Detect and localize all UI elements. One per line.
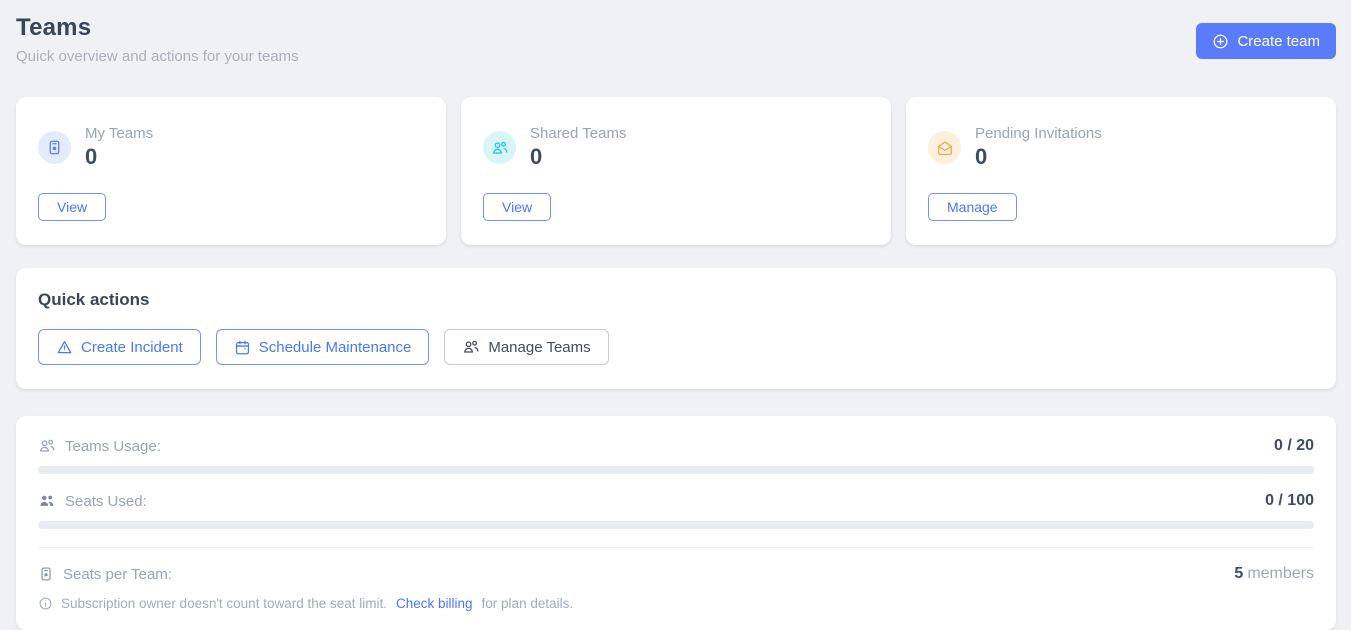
quick-actions-card: Quick actions Create Incident: [16, 268, 1336, 389]
seats-per-team-suffix: members: [1247, 565, 1314, 582]
stat-label: My Teams: [85, 125, 153, 142]
calendar-icon: [234, 339, 251, 356]
teams-usage-label: Teams Usage:: [65, 438, 161, 455]
stat-value: 0: [975, 144, 1102, 170]
seat-limit-note: Subscription owner doesn't count toward …: [38, 596, 1314, 611]
create-incident-button[interactable]: Create Incident: [38, 329, 201, 365]
schedule-maintenance-label: Schedule Maintenance: [259, 339, 412, 356]
create-incident-label: Create Incident: [81, 339, 183, 356]
seats-used-label: Seats Used:: [65, 493, 147, 510]
teams-page: Teams Quick overview and actions for you…: [0, 0, 1351, 630]
stat-label: Pending Invitations: [975, 125, 1102, 142]
quick-actions-title: Quick actions: [38, 290, 1314, 310]
shared-teams-text: Shared Teams 0: [530, 125, 626, 170]
shared-teams-head: Shared Teams 0: [483, 125, 869, 170]
teams-usage-label-group: Teams Usage:: [38, 437, 161, 455]
pending-invitations-card: Pending Invitations 0 Manage: [906, 97, 1336, 245]
group-icon: [483, 131, 516, 164]
page-header: Teams Quick overview and actions for you…: [16, 14, 1336, 65]
badge-icon: [38, 131, 71, 164]
seats-used-value: 0 / 100: [1265, 492, 1314, 510]
header-text: Teams Quick overview and actions for you…: [16, 14, 299, 65]
teams-usage-value: 0 / 20: [1274, 437, 1314, 455]
my-teams-view-button[interactable]: View: [38, 193, 106, 221]
create-team-label: Create team: [1237, 33, 1320, 50]
badge-gray-icon: [38, 566, 54, 582]
page-title: Teams: [16, 14, 299, 42]
stat-value: 0: [85, 144, 153, 170]
page-subtitle: Quick overview and actions for your team…: [16, 48, 299, 65]
schedule-maintenance-button[interactable]: Schedule Maintenance: [216, 329, 430, 365]
check-billing-link[interactable]: Check billing: [396, 596, 473, 611]
manage-teams-button[interactable]: Manage Teams: [444, 329, 608, 365]
plus-circle-icon: [1212, 33, 1229, 50]
manage-teams-label: Manage Teams: [488, 339, 590, 356]
pending-invitations-text: Pending Invitations 0: [975, 125, 1102, 170]
my-teams-card: My Teams 0 View: [16, 97, 446, 245]
seats-used-row: Seats Used: 0 / 100: [38, 492, 1314, 510]
seats-per-team-label-group: Seats per Team:: [38, 566, 172, 583]
seats-used-label-group: Seats Used:: [38, 492, 147, 510]
shared-teams-view-button[interactable]: View: [483, 193, 551, 221]
warning-icon: [56, 339, 73, 356]
seats-per-team-label: Seats per Team:: [63, 566, 172, 583]
my-teams-head: My Teams 0: [38, 125, 424, 170]
invitations-manage-button[interactable]: Manage: [928, 193, 1017, 221]
usage-card: Teams Usage: 0 / 20 Seats Used: 0 / 100: [16, 416, 1336, 630]
info-icon: [38, 596, 53, 611]
note-text-before: Subscription owner doesn't count toward …: [61, 596, 387, 611]
shared-teams-card: Shared Teams 0 View: [461, 97, 891, 245]
stats-row: My Teams 0 View Shared Teams: [16, 97, 1336, 245]
note-text-after: for plan details.: [482, 596, 574, 611]
quick-actions-buttons: Create Incident Schedule Maintenance: [38, 329, 1314, 365]
create-team-button[interactable]: Create team: [1196, 23, 1336, 59]
usage-divider: [38, 547, 1314, 548]
mail-open-icon: [928, 131, 961, 164]
seats-used-progress: [38, 521, 1314, 529]
stat-label: Shared Teams: [530, 125, 626, 142]
group-icon: [462, 338, 480, 356]
seats-per-team-number: 5: [1234, 565, 1243, 582]
seats-per-team-value: 5members: [1234, 565, 1314, 583]
teams-usage-row: Teams Usage: 0 / 20: [38, 437, 1314, 455]
teams-usage-progress: [38, 466, 1314, 474]
seats-per-team-row: Seats per Team: 5members: [38, 565, 1314, 583]
stat-value: 0: [530, 144, 626, 170]
group-outline-icon: [38, 437, 56, 455]
people-filled-icon: [38, 492, 56, 510]
my-teams-text: My Teams 0: [85, 125, 153, 170]
pending-invitations-head: Pending Invitations 0: [928, 125, 1314, 170]
